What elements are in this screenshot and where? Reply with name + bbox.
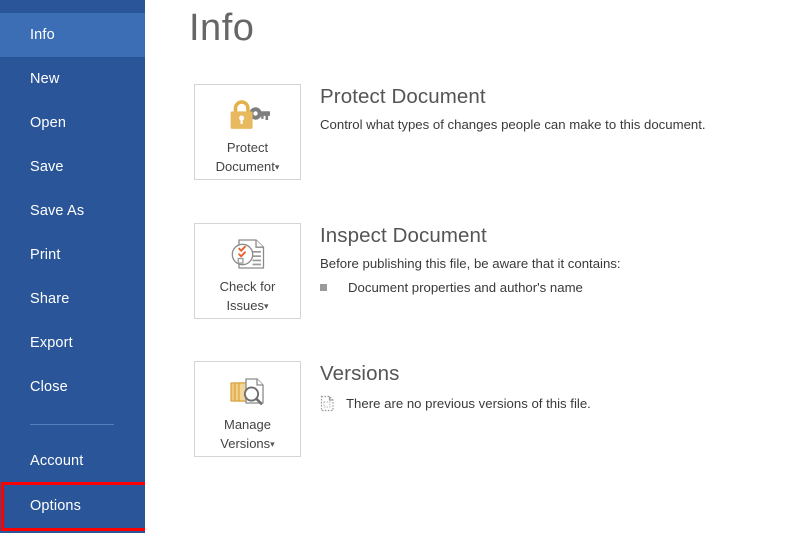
sidebar-item-save[interactable]: Save [0,145,145,189]
check-for-issues-button-label: Check for Issues▾ [220,277,276,316]
list-item-label: Document properties and author's name [348,280,583,295]
sidebar-item-label: Export [30,335,73,351]
sidebar-item-label: Share [30,291,70,307]
button-line-2: Issues [226,298,265,313]
versions-note-label: There are no previous versions of this f… [346,396,591,411]
inspect-document-description: Before publishing this file, be aware th… [320,256,621,271]
sidebar-item-label: Open [30,115,67,131]
sidebar-item-label: Save [30,159,64,175]
inspect-document-title: Inspect Document [320,224,487,247]
backstage-main-pane: Info Protect Document▾ Protect Document … [145,0,800,533]
check-for-issues-button[interactable]: Check for Issues▾ [194,223,301,319]
dashed-document-icon [320,395,335,417]
sidebar-item-share[interactable]: Share [0,277,145,321]
protect-document-description: Control what types of changes people can… [320,117,706,132]
button-line-2: Document [215,159,275,174]
inspect-document-findings: Document properties and author's name [320,278,790,297]
manage-versions-button[interactable]: Manage Versions▾ [194,361,301,457]
sidebar-item-save-as[interactable]: Save As [0,189,145,233]
sidebar-item-close[interactable]: Close [0,365,145,409]
sidebar-item-label: Close [30,379,68,395]
button-line-2: Versions [220,436,271,451]
sidebar-item-export[interactable]: Export [0,321,145,365]
sidebar-item-info[interactable]: Info [0,13,145,57]
document-checkmarks-icon [228,237,268,271]
versions-note-row: There are no previous versions of this f… [320,394,790,417]
sidebar-item-print[interactable]: Print [0,233,145,277]
sidebar-item-label: Print [30,247,61,263]
word-backstage-info-screen: Info New Open Save Save As Print Share E… [0,0,800,533]
versions-body: Versions There are no previous versions … [320,361,790,417]
sidebar-item-new[interactable]: New [0,57,145,101]
button-line-1: Protect [226,140,269,155]
sidebar-item-label: Save As [30,203,85,219]
sidebar-item-label: New [30,71,60,87]
button-line-1: Manage [224,417,271,432]
stacked-documents-magnifier-icon [227,375,269,409]
button-line-1: Check for [219,279,276,294]
backstage-sidebar: Info New Open Save Save As Print Share E… [0,0,162,533]
protect-document-body: Protect Document Control what types of c… [320,84,790,134]
sidebar-item-options[interactable]: Options [0,484,145,528]
sidebar-item-label: Info [30,27,55,43]
lock-and-key-icon [225,98,271,132]
square-bullet-icon [320,284,327,291]
chevron-down-icon[interactable]: ▾ [275,162,280,172]
page-title: Info [189,7,255,49]
inspect-document-body: Inspect Document Before publishing this … [320,223,790,297]
sidebar-item-open[interactable]: Open [0,101,145,145]
protect-document-button[interactable]: Protect Document▾ [194,84,301,180]
protect-document-title: Protect Document [320,85,486,108]
list-item: Document properties and author's name [320,278,790,297]
chevron-down-icon[interactable]: ▾ [270,439,275,449]
sidebar-item-label: Account [30,453,84,469]
protect-document-button-label: Protect Document▾ [216,138,280,177]
versions-title: Versions [320,362,400,385]
manage-versions-button-label: Manage Versions▾ [220,415,274,454]
chevron-down-icon[interactable]: ▾ [264,301,269,311]
sidebar-separator [30,424,114,425]
sidebar-item-account[interactable]: Account [0,439,145,483]
sidebar-item-label: Options [30,498,82,514]
